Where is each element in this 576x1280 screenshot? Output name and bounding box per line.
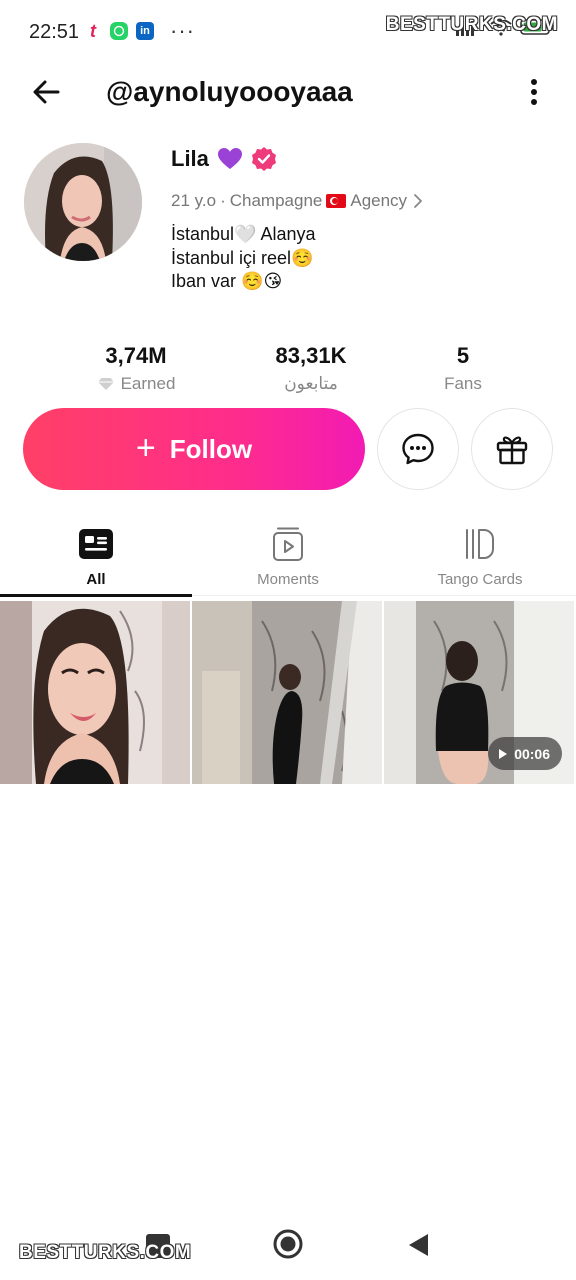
whatsapp-icon (110, 22, 128, 40)
profile-avatar[interactable] (24, 143, 142, 261)
photo-mirror (192, 601, 382, 784)
more-options-icon[interactable] (528, 76, 540, 108)
notification-icons: t in (84, 20, 154, 41)
tab-moments-label: Moments (257, 571, 319, 588)
stat-fans-label: Fans (444, 374, 482, 393)
stat-earned: 3,74M Earned (56, 343, 216, 394)
stat-earned-label: Earned (120, 374, 176, 393)
media-thumbnail[interactable] (0, 601, 190, 784)
moments-icon (273, 527, 303, 561)
nav-back-icon[interactable] (406, 1232, 430, 1258)
turkey-flag-icon (326, 194, 347, 208)
profile-meta[interactable]: 21 y.o · Champagne Agency (171, 191, 425, 211)
plus-icon: + (135, 428, 156, 467)
tab-tango-cards[interactable]: Tango Cards (384, 522, 576, 596)
profile-age: 21 y.o (171, 191, 217, 210)
more-notifications-icon: ··· (170, 18, 195, 43)
stat-fans-value: 5 (456, 343, 470, 368)
play-icon (499, 748, 508, 759)
profile-username: @aynoluyoooyaaa (106, 76, 353, 107)
tab-moments[interactable]: Moments (192, 522, 384, 596)
name-row: Lila (171, 146, 277, 172)
tab-all-label: All (86, 571, 106, 588)
photo-selfie (0, 601, 190, 784)
diamond-icon (97, 378, 114, 390)
verified-badge-icon (251, 147, 276, 171)
back-arrow-icon[interactable] (28, 76, 64, 108)
stat-earned-value: 3,74M (105, 343, 167, 368)
watermark-top: BESTTURKS.COM (385, 14, 558, 35)
video-duration: 00:06 (514, 745, 550, 762)
stat-followers-value: 83,31K (275, 343, 347, 368)
purple-heart-icon (217, 148, 242, 169)
message-button[interactable] (377, 408, 459, 490)
watermark-bottom: BESTTURKS.COM (19, 1242, 192, 1263)
tango-icon: t (90, 20, 96, 41)
meta-separator: · (220, 191, 226, 210)
display-name: Lila (171, 146, 209, 171)
tab-tango-cards-label: Tango Cards (437, 571, 523, 588)
chat-bubble-icon (402, 433, 434, 465)
media-thumbnail[interactable]: 00:06 (384, 601, 574, 784)
content-tabs: All Moments Tango Cards (0, 522, 576, 597)
avatar-photo (24, 143, 142, 261)
home-icon[interactable] (272, 1228, 304, 1260)
stat-fans[interactable]: 5 Fans (383, 343, 543, 394)
stat-followers-label: متابعون (284, 374, 338, 393)
gift-icon (496, 436, 528, 465)
media-thumbnail[interactable] (192, 601, 382, 784)
linkedin-icon: in (136, 22, 154, 40)
follow-button[interactable]: + Follow (23, 408, 365, 490)
profile-level: Champagne (229, 191, 323, 210)
status-time: 22:51 (29, 21, 80, 43)
status-bar: 22:51 t in ··· BESTTURKS.COM (0, 0, 576, 62)
stat-followers[interactable]: 83,31K متابعون (231, 343, 391, 394)
tab-all[interactable]: All (0, 522, 192, 597)
follow-label: Follow (169, 433, 253, 464)
profile-agency: Agency (350, 191, 408, 210)
profile-header: @aynoluyoooyaaa (0, 62, 576, 124)
gift-button[interactable] (471, 408, 553, 490)
chevron-right-icon (414, 194, 422, 208)
profile-bio: İstanbul🤍 Alanya İstanbul içi reel☺️ Iba… (171, 224, 316, 291)
profile-card-icon (79, 529, 113, 559)
cards-icon (466, 529, 494, 559)
active-tab-indicator (0, 594, 192, 597)
video-duration-badge: 00:06 (488, 737, 562, 770)
